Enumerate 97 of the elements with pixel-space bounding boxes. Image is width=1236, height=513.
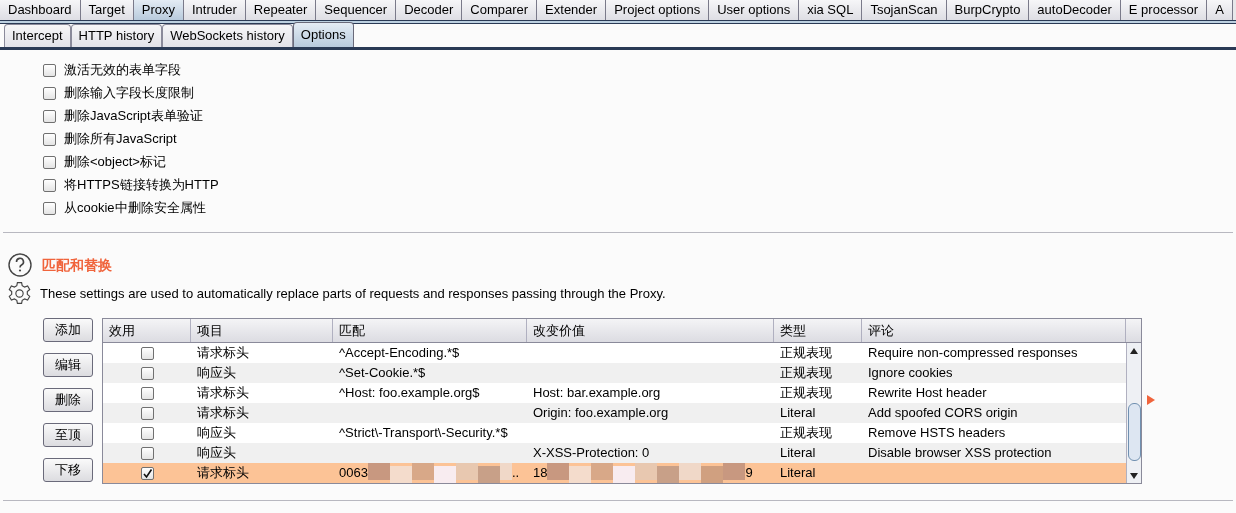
table-cell-text: 0063 [339, 464, 368, 483]
checkbox[interactable] [140, 406, 154, 420]
table-cell-text: 正规表现 [780, 364, 832, 383]
table-row[interactable]: 请求标头 Origin: foo.example.org Literal Add spoofed CORS origin [103, 403, 1126, 423]
tab[interactable]: TsojanScan [862, 0, 947, 20]
option-label: 删除输入字段长度限制 [64, 84, 194, 103]
table-cell-text: Add spoofed CORS origin [868, 404, 1018, 423]
action-button[interactable]: 添加 [43, 318, 93, 342]
table-row[interactable]: 响应头 ^Set-Cookie.*$ 正规表现 Ignore cookies [103, 363, 1126, 383]
checkbox[interactable] [140, 386, 154, 400]
table-cell-text: 9 [745, 464, 753, 483]
table-cell-text: 请求标头 [197, 404, 249, 423]
table-cell-text: ^Strict\-Transport\-Security.*$ [339, 424, 508, 443]
section-description: These settings are used to automatically replace parts of requests and responses passing through the Proxy. [40, 284, 666, 303]
table-cell-text: 18 [533, 464, 548, 483]
table-cell-text: 响应头 [197, 424, 236, 443]
column-header[interactable]: 效用 [103, 319, 191, 342]
tab[interactable]: xia SQL [799, 0, 863, 20]
table-cell-text: 请求标头 [197, 464, 249, 483]
action-button[interactable]: 删除 [43, 388, 93, 412]
checkbox[interactable] [140, 426, 154, 440]
tab[interactable]: Project options [606, 0, 710, 20]
column-header[interactable]: 匹配 [333, 319, 527, 342]
tab[interactable]: A [1207, 0, 1233, 20]
scroll-up-icon[interactable] [1129, 346, 1139, 356]
table-cell-text: 响应头 [197, 444, 236, 463]
table-cell-text: Host: bar.example.org [533, 384, 661, 403]
tab[interactable]: Options [292, 22, 354, 47]
table-cell-text: Disable browser XSS protection [868, 444, 1052, 463]
tab[interactable]: Repeater [245, 0, 317, 20]
tab[interactable]: Sequencer [316, 0, 397, 20]
tab[interactable]: Intruder [184, 0, 246, 20]
option-label: 从cookie中删除安全属性 [64, 199, 206, 218]
checkbox[interactable] [140, 346, 154, 360]
tab[interactable]: HTTP history [70, 24, 163, 47]
option-label: 激活无效的表单字段 [64, 61, 181, 80]
checkbox[interactable] [43, 201, 56, 215]
table-cell-text: 请求标头 [197, 384, 249, 403]
action-button[interactable]: 编辑 [43, 353, 93, 377]
tab[interactable]: E processor [1120, 0, 1208, 20]
table-cell-text: 响应头 [197, 364, 236, 383]
column-header[interactable]: 评论 [862, 319, 1126, 342]
tab[interactable]: Dashboard [0, 0, 81, 20]
tab[interactable]: WebSockets history [162, 24, 293, 47]
table-cell-text: Literal [780, 464, 816, 483]
table-cell-text: Require non-compressed responses [868, 344, 1078, 363]
tab[interactable]: Extender [537, 0, 607, 20]
scroll-down-icon[interactable] [1129, 471, 1139, 481]
column-header[interactable]: 项目 [191, 319, 333, 342]
table-row[interactable]: 响应头 X-XSS-Protection: 0 Literal Disable browser XSS protection [103, 443, 1126, 463]
tab[interactable]: Comparer [462, 0, 538, 20]
table-cell-text: ^Set-Cookie.*$ [339, 364, 426, 383]
tab[interactable]: Target [80, 0, 134, 20]
table-cell-text: 正规表现 [780, 424, 832, 443]
column-header[interactable]: 类型 [774, 319, 862, 342]
table-cell-text: Ignore cookies [868, 364, 953, 383]
option-label: 将HTTPS链接转换为HTTP [64, 176, 219, 195]
tab[interactable]: User options [709, 0, 800, 20]
column-header[interactable]: 改变价值 [527, 319, 774, 342]
table-cell-text: X-XSS-Protection: 0 [533, 444, 650, 463]
scrollbar[interactable] [1126, 343, 1141, 483]
help-icon [8, 253, 32, 277]
table-cell-text: ^Accept-Encoding.*$ [339, 344, 460, 363]
tab[interactable]: BurpCrypto [946, 0, 1030, 20]
checkbox[interactable] [43, 155, 56, 169]
tab[interactable]: Intercept [4, 24, 71, 47]
table-cell-text: 正规表现 [780, 384, 832, 403]
checkbox[interactable] [43, 178, 56, 192]
table-cell-text: 请求标头 [197, 344, 249, 363]
table-cell-text: .. [511, 464, 520, 483]
section-title: 匹配和替换 [42, 255, 112, 275]
tab[interactable]: Decoder [396, 0, 463, 20]
checkbox[interactable] [140, 446, 154, 460]
table-cell-text: ^Host: foo.example.org$ [339, 384, 480, 403]
checkbox[interactable] [140, 466, 154, 480]
action-button[interactable]: 下移 [43, 458, 93, 482]
tab[interactable]: autoDecoder [1029, 0, 1121, 20]
table-cell-text: Origin: foo.example.org [533, 404, 669, 423]
table-cell-text: 正规表现 [780, 344, 832, 363]
option-label: 删除JavaScript表单验证 [64, 107, 203, 126]
expand-arrow-icon[interactable] [1147, 395, 1155, 405]
option-label: 删除所有JavaScript [64, 130, 177, 149]
table-cell-text: Remove HSTS headers [868, 424, 1006, 443]
checkbox[interactable] [43, 86, 56, 100]
checkbox[interactable] [43, 109, 56, 123]
gear-icon [7, 281, 32, 306]
table-cell-text: Literal [780, 444, 816, 463]
checkbox[interactable] [43, 63, 56, 77]
table-cell-text: Literal [780, 404, 816, 423]
checkbox[interactable] [140, 366, 154, 380]
table-row[interactable]: 请求标头 0063 .. 18 9 Literal [103, 463, 1126, 483]
action-button[interactable]: 至顶 [43, 423, 93, 447]
option-label: 删除<object>标记 [64, 153, 166, 172]
tab[interactable]: Proxy [133, 0, 184, 20]
checkbox[interactable] [43, 132, 56, 146]
table-cell-text: Rewrite Host header [868, 384, 987, 403]
scroll-thumb[interactable] [1128, 403, 1141, 461]
